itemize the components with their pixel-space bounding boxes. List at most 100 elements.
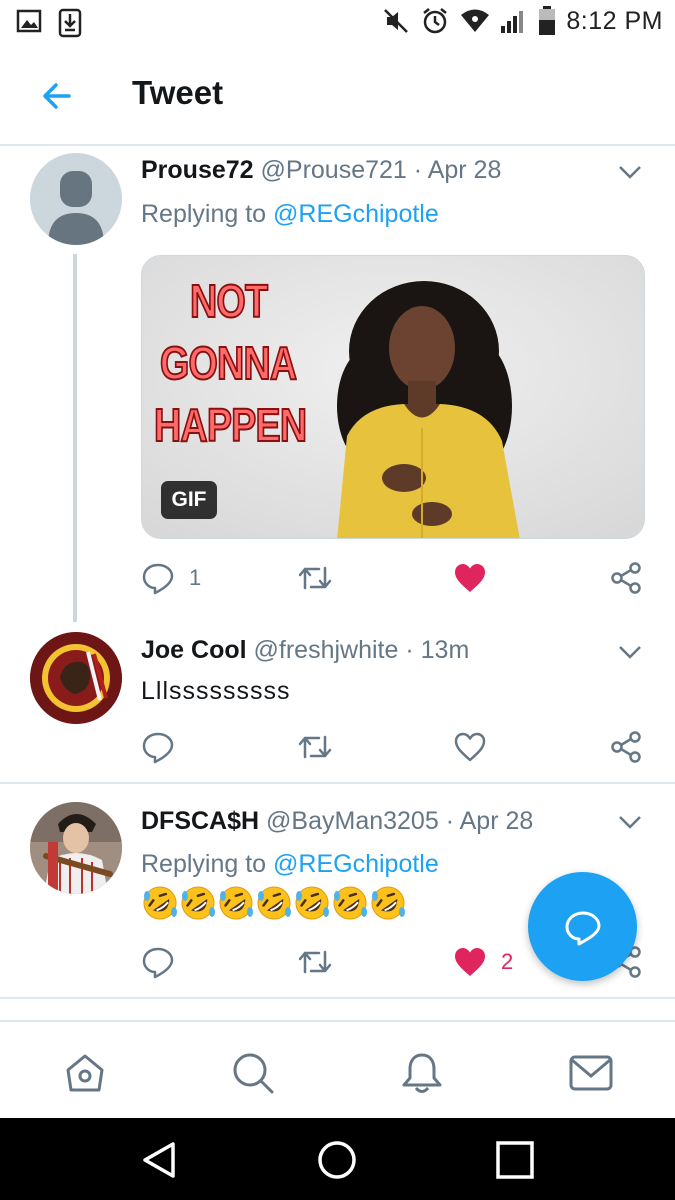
user-photo-avatar <box>30 802 122 894</box>
rofl-emoji-icon <box>371 886 405 920</box>
tweet-menu-button[interactable] <box>616 812 644 832</box>
tweet-header: DFSCA$H @BayMan3205 · Apr 28 <box>141 807 533 836</box>
retweet-icon <box>298 735 332 759</box>
replying-to-link[interactable]: @REGchipotle <box>273 850 439 878</box>
separator-dot: · <box>445 807 455 835</box>
back-button[interactable] <box>36 76 80 116</box>
nav-notifications[interactable] <box>399 1050 445 1096</box>
display-name[interactable]: DFSCA$H <box>141 807 259 835</box>
battery-icon <box>538 6 556 36</box>
chevron-down-icon <box>619 816 641 829</box>
tweet-time: Apr 28 <box>459 807 534 835</box>
tweet-menu-button[interactable] <box>616 642 644 662</box>
home-icon <box>66 1054 104 1092</box>
search-icon <box>233 1053 274 1094</box>
replying-prefix: Replying to <box>141 200 267 228</box>
chevron-down-icon <box>619 646 641 659</box>
user-handle[interactable]: @BayMan3205 <box>266 807 439 835</box>
tweet-divider <box>0 997 675 999</box>
reply-icon <box>142 563 174 595</box>
rofl-emoji-icon <box>295 886 329 920</box>
retweet-button[interactable] <box>297 942 333 982</box>
status-bar: 8:12 PM <box>0 0 675 48</box>
tweet-text: Lllsssssssss <box>141 677 291 705</box>
like-button[interactable] <box>453 727 487 767</box>
avatar[interactable] <box>30 632 122 724</box>
default-avatar-icon <box>30 153 122 245</box>
separator-dot: · <box>413 156 423 184</box>
replying-to-link[interactable]: @REGchipotle <box>273 200 439 228</box>
nav-messages[interactable] <box>568 1050 614 1096</box>
share-button[interactable] <box>609 727 643 767</box>
share-icon <box>611 562 641 594</box>
replying-prefix: Replying to <box>141 850 267 878</box>
tweet-actions <box>141 727 651 767</box>
heart-filled-icon <box>455 948 485 976</box>
tweet-header: Joe Cool @freshjwhite · 13m <box>141 636 469 665</box>
chevron-down-icon <box>619 166 641 179</box>
reply-icon <box>142 947 174 979</box>
tweet-header: Prouse72 @Prouse721 · Apr 28 <box>141 156 501 185</box>
gif-media[interactable]: NOT GONNA HAPPEN GIF <box>141 255 645 539</box>
tweet-time: 13m <box>420 636 470 664</box>
nav-search[interactable] <box>230 1050 276 1096</box>
heart-filled-icon <box>455 564 485 592</box>
system-home-button[interactable] <box>315 1138 359 1182</box>
redskins-logo-avatar <box>30 632 122 724</box>
thread-connector <box>73 254 77 622</box>
share-button[interactable] <box>609 558 643 598</box>
reply-icon <box>142 732 174 764</box>
heart-outline-icon <box>454 732 486 762</box>
wifi-icon <box>460 8 490 34</box>
download-notification-icon <box>58 8 82 38</box>
alarm-icon <box>420 6 450 36</box>
avatar[interactable] <box>30 153 122 245</box>
tweet-menu-button[interactable] <box>616 162 644 182</box>
tweet-time: Apr 28 <box>427 156 502 184</box>
reply-button[interactable] <box>141 727 175 767</box>
rofl-emoji-icon <box>181 886 215 920</box>
retweet-button[interactable] <box>297 558 333 598</box>
status-time: 8:12 PM <box>566 6 663 35</box>
retweet-button[interactable] <box>297 727 333 767</box>
like-button[interactable] <box>453 558 487 598</box>
rofl-emoji-icon <box>333 886 367 920</box>
bottom-navigation <box>0 1020 675 1118</box>
compose-reply-icon <box>565 911 601 946</box>
reply-button[interactable]: 1 <box>141 558 201 598</box>
display-name[interactable]: Joe Cool <box>141 636 247 664</box>
tweet-text-emoji <box>141 884 407 922</box>
like-button[interactable]: 2 <box>453 942 513 982</box>
system-navigation-bar <box>0 1118 675 1200</box>
recents-icon <box>496 1141 534 1179</box>
reply-button[interactable] <box>141 942 175 982</box>
user-handle[interactable]: @freshjwhite <box>254 636 399 664</box>
gif-caption-line-2: GONNA <box>159 336 298 390</box>
messages-icon <box>569 1055 613 1091</box>
gif-caption-line-3: HAPPEN <box>153 398 308 452</box>
reply-count: 1 <box>189 565 202 590</box>
back-arrow-icon <box>43 83 71 109</box>
mute-icon <box>382 7 410 35</box>
image-notification-icon <box>16 8 42 38</box>
system-recents-button[interactable] <box>493 1138 537 1182</box>
rofl-emoji-icon <box>143 886 177 920</box>
nav-home[interactable] <box>62 1050 108 1096</box>
display-name[interactable]: Prouse72 <box>141 156 254 184</box>
system-back-button[interactable] <box>137 1138 181 1182</box>
avatar[interactable] <box>30 802 122 894</box>
tweet-actions: 1 <box>141 558 651 598</box>
rofl-emoji-icon <box>219 886 253 920</box>
share-icon <box>611 731 641 763</box>
page-title: Tweet <box>132 74 224 111</box>
user-handle[interactable]: @Prouse721 <box>261 156 407 184</box>
replying-to: Replying to @REGchipotle <box>141 200 439 229</box>
replying-to: Replying to @REGchipotle <box>141 850 439 879</box>
compose-reply-button[interactable] <box>528 872 637 981</box>
separator-dot: · <box>405 636 414 664</box>
gif-caption-line-1: NOT <box>189 274 269 328</box>
app-header: Tweet <box>0 48 675 146</box>
retweet-icon <box>298 950 332 974</box>
retweet-icon <box>298 566 332 590</box>
gif-badge: GIF <box>161 481 217 519</box>
